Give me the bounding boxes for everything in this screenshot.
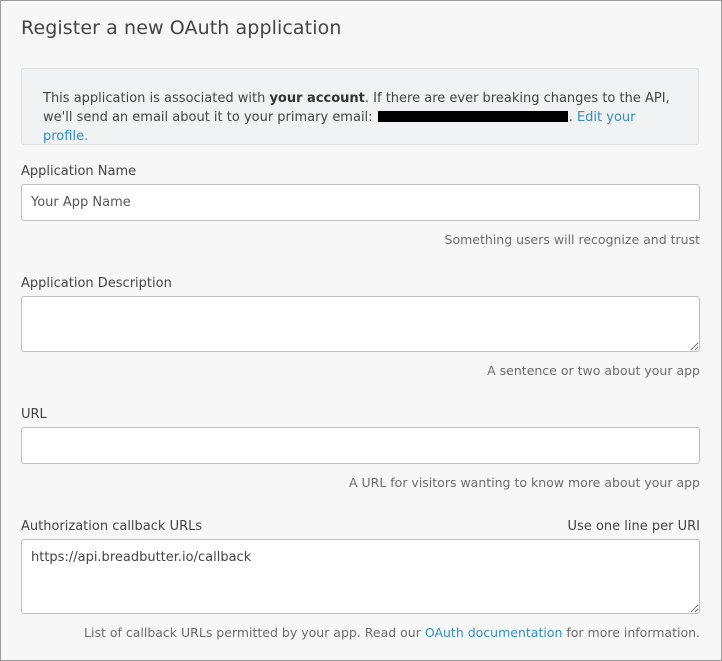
callback-hint-before: List of callback URLs permitted by your …: [84, 625, 425, 640]
callback-urls-textarea[interactable]: https://api.breadbutter.io/callback: [21, 539, 700, 614]
url-input[interactable]: [21, 427, 700, 464]
app-description-textarea[interactable]: [21, 296, 700, 352]
redacted-email: [377, 111, 568, 122]
account-notice: This application is associated with your…: [21, 68, 699, 145]
url-label: URL: [21, 407, 47, 422]
url-hint: A URL for visitors wanting to know more …: [348, 475, 700, 490]
app-description-hint: A sentence or two about your app: [487, 363, 700, 378]
notice-text-before: This application is associated with: [43, 91, 270, 106]
page-title: Register a new OAuth application: [21, 17, 342, 39]
app-name-hint: Something users will recognize and trust: [444, 232, 700, 247]
callback-urls-hint: List of callback URLs permitted by your …: [84, 625, 700, 640]
app-name-input[interactable]: [21, 184, 700, 221]
oauth-registration-panel: Register a new OAuth application This ap…: [0, 0, 722, 661]
oauth-documentation-link[interactable]: OAuth documentation: [425, 625, 563, 640]
notice-separator: .: [568, 110, 573, 125]
callback-urls-side-note: Use one line per URI: [567, 519, 700, 534]
callback-hint-after: for more information.: [562, 625, 700, 640]
app-description-label: Application Description: [21, 276, 172, 291]
notice-bold-account: your account: [269, 91, 365, 106]
notice-text: This application is associated with your…: [43, 89, 683, 146]
app-name-label: Application Name: [21, 164, 137, 179]
callback-urls-label: Authorization callback URLs: [21, 519, 203, 534]
